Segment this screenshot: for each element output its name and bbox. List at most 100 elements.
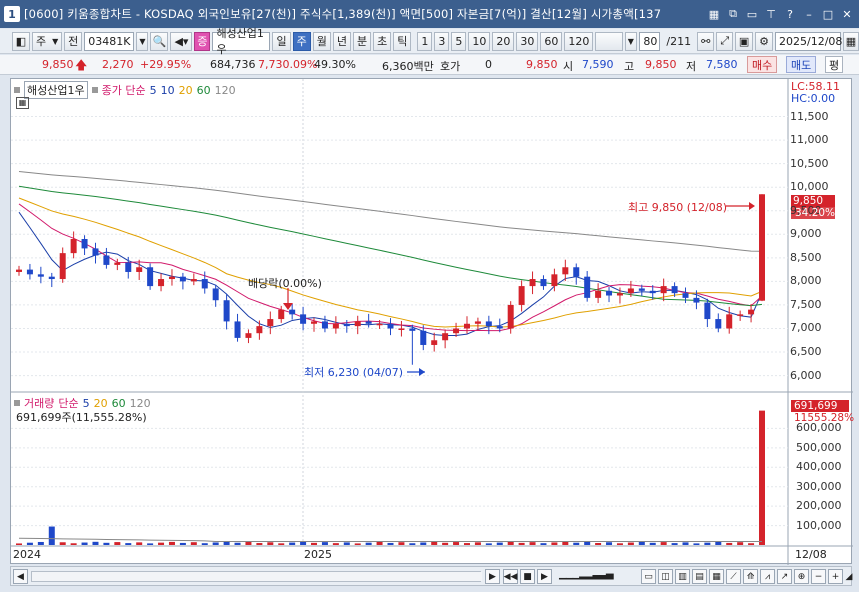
mountain-icon[interactable]: ⩘ [760,569,775,584]
interval-button-3[interactable]: 3 [434,31,450,51]
speaker-icon[interactable]: ◀▾ [170,31,193,51]
price-change-percent: +29.95% [140,58,192,71]
search-icon[interactable]: 🔍 [150,31,169,51]
maximize-icon[interactable]: □ [820,6,836,22]
candle-body [649,290,656,294]
cursor-icon[interactable]: ↗ [777,569,792,584]
stock-name-field[interactable]: 해성산업1우 [212,27,271,56]
scroll-track[interactable] [31,571,482,582]
candle-body [179,276,186,282]
link-icon[interactable]: ⚯ [697,31,715,51]
zoom-slider[interactable]: ▁▁▁▂▂▃▃▄ [559,569,639,584]
candle-type-icon[interactable]: ▥ [675,569,690,584]
period-button-minute[interactable]: 분 [352,31,372,51]
low-price: 7,580 [706,58,738,71]
gear-icon[interactable]: ⚙ [755,31,773,51]
scroll-left-icon[interactable]: ◀ [13,569,28,584]
data-table-icon[interactable]: ▦ [16,97,29,109]
interval-button-60[interactable]: 60 [540,31,563,51]
buy-button[interactable]: 매수 [747,56,778,73]
candle-body [300,314,307,324]
period-select-value: 주 [36,35,47,48]
save-icon[interactable]: ▣ [735,31,754,51]
close-icon[interactable]: ✕ [839,6,855,22]
stock-code-input[interactable]: 03481K [84,31,135,51]
period-button-tick[interactable]: 틱 [393,31,412,51]
candle-body [16,269,22,272]
stock-badge-icon: 증 [194,31,211,51]
legend-square-icon [91,87,98,93]
volume-bar [726,542,733,545]
volume-bar [540,543,547,545]
date-input[interactable]: 2025/12/08 [775,31,842,51]
interval-button-20[interactable]: 20 [492,31,515,51]
volume-bar [660,542,667,545]
bar-type-icon[interactable]: ▤ [692,569,707,584]
vol-ma-period-5: 5 [82,396,90,410]
legend-square-icon [14,87,20,93]
expand-icon[interactable]: ◢ [845,569,853,584]
volume-bar [92,541,99,545]
copy-icon[interactable]: ⧉ [725,6,741,22]
volume-bar [474,542,481,545]
flat-button[interactable]: 평 [825,56,844,73]
scroll-thumb[interactable] [32,572,482,581]
volume-bar [584,541,591,545]
zoom-in-icon[interactable]: + [828,569,843,584]
stop-icon[interactable]: ■ [520,569,535,584]
area-type-icon[interactable]: ⟰ [743,569,758,584]
interval-button-30[interactable]: 30 [516,31,539,51]
x-label-2024: 2024 [13,548,41,561]
zoom-icon[interactable]: ⊕ [794,569,809,584]
hoga-price: 9,850 [526,58,558,71]
volume-bar [387,542,394,545]
x-label-right: 12/08 [795,548,827,561]
custom-interval-input[interactable] [595,31,623,51]
period-button-day[interactable]: 일 [272,31,291,51]
candle-body [409,328,416,331]
zoom-out-icon[interactable]: − [811,569,826,584]
interval-button-10[interactable]: 10 [468,31,491,51]
volume-bar [278,543,285,545]
price-tick-label: 8,500 [790,250,822,264]
chart-canvas[interactable] [11,79,853,565]
go-first-icon[interactable]: ◀◀ [503,569,518,584]
grid-icon[interactable]: ▦ [706,6,722,22]
minimize-icon[interactable]: – [801,6,817,22]
layout-icon[interactable]: ▭ [641,569,656,584]
tab-icon[interactable]: ⊤ [763,6,779,22]
scroll-right-icon[interactable]: ▶ [485,569,500,584]
interval-button-5[interactable]: 5 [451,31,467,51]
period-button-week[interactable]: 주 [292,31,311,51]
line-type-icon[interactable]: ⟋ [726,569,741,584]
grid-view-icon[interactable]: ▦ [709,569,724,584]
split-view-icon[interactable]: ◫ [658,569,673,584]
play-icon[interactable]: ▶ [537,569,552,584]
period-select[interactable]: 주 ▼ [32,31,63,51]
ma-period-120: 120 [214,83,236,97]
volume-bar [365,542,372,545]
market-select[interactable]: 전 [64,31,83,51]
period-button-year[interactable]: 년 [332,31,351,51]
interval-button-120[interactable]: 120 [564,31,594,51]
data-count-input[interactable]: 80 [638,31,661,51]
calendar-icon[interactable]: ▦ [843,31,859,51]
trend-line-icon[interactable]: ⤢ [716,31,734,51]
candle-body [693,297,700,303]
custom-interval-dropdown[interactable]: ▼ [624,31,637,51]
volume-bar [606,542,613,545]
interval-button-1[interactable]: 1 [417,31,433,51]
window-icon[interactable]: ▭ [744,6,760,22]
candle-body [136,267,143,272]
help-icon[interactable]: ? [782,6,798,22]
period-button-second[interactable]: 초 [373,31,392,51]
period-button-month[interactable]: 월 [312,31,331,51]
sell-button[interactable]: 매도 [786,56,817,73]
stock-code-dropdown[interactable]: ▼ [136,31,149,51]
volume-bar [354,543,361,545]
chart-settings-icon[interactable]: ◧ [12,31,30,51]
volume-bar [59,542,66,545]
candle-body [168,276,175,280]
chart-area[interactable]: 해성산업1우 종가 단순 5 10 20 60 120 ▦ LC:58.11 H… [10,78,854,565]
candle-body [474,321,481,324]
